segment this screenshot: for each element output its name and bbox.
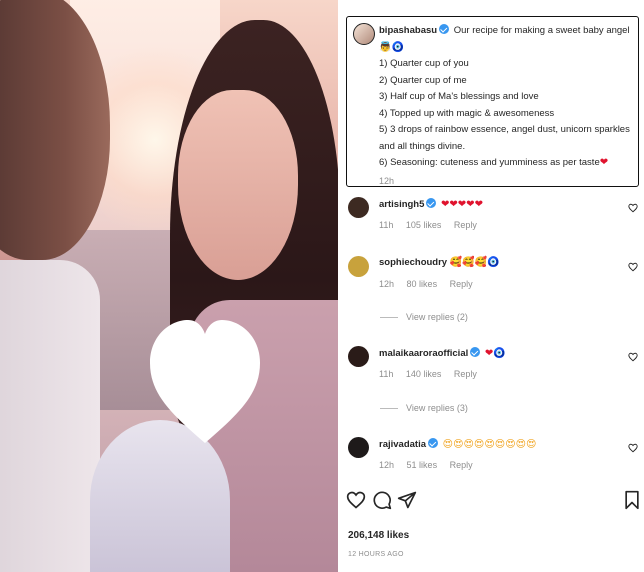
comment-item: sophiechoudry 🥰🥰🥰🧿 12h 80 likes Reply — [346, 256, 642, 296]
commenter-avatar[interactable] — [348, 256, 369, 277]
view-replies-button[interactable]: View replies (2) — [380, 312, 468, 322]
reply-button[interactable]: Reply — [454, 220, 477, 230]
comment-likes[interactable]: 80 likes — [407, 279, 438, 289]
verified-badge-icon — [428, 438, 438, 448]
nazar-emoji: 🧿 — [391, 41, 404, 53]
comment-time: 12h — [379, 460, 395, 470]
caption-line-1: 1) Quarter cup of you — [379, 58, 469, 69]
heart-icon[interactable] — [628, 262, 638, 272]
reply-button[interactable]: Reply — [450, 279, 473, 289]
caption-line-6: 6) Seasoning: cuteness and yumminess as … — [379, 157, 600, 168]
white-heart-sticker — [150, 320, 260, 443]
post-action-bar — [346, 490, 642, 514]
reply-button[interactable]: Reply — [454, 369, 477, 379]
commenter-avatar[interactable] — [348, 197, 369, 218]
commenter-username[interactable]: malaikaaroraofficial — [379, 348, 468, 359]
heart-icon[interactable] — [628, 203, 638, 213]
comment-time: 12h — [379, 279, 395, 289]
commenter-avatar[interactable] — [348, 346, 369, 367]
verified-badge-icon — [470, 347, 481, 357]
caption-line-4: 4) Topped up with magic & awesomeness — [379, 107, 555, 119]
man-shirt — [0, 260, 100, 572]
commenter-username[interactable]: sophiechoudry — [379, 257, 447, 268]
bookmark-icon[interactable] — [622, 490, 642, 510]
commenter-username[interactable]: rajivadatia — [379, 439, 426, 450]
heart-icon[interactable] — [628, 352, 638, 362]
comment-text: ❤🧿 — [484, 348, 506, 359]
post-timestamp: 12 HOURS AGO — [348, 551, 404, 558]
commenter-avatar[interactable] — [348, 437, 369, 458]
heart-icon[interactable] — [346, 490, 366, 510]
comment-time: 11h — [379, 369, 394, 379]
commenter-username[interactable]: artisingh5 — [379, 199, 424, 210]
caption-line-0: Our recipe for making a sweet baby angel — [453, 25, 630, 36]
caption-time: 12h — [379, 175, 395, 186]
comment-item: artisingh5 ❤❤❤❤❤ 11h 105 likes Reply — [346, 197, 642, 237]
comment-likes[interactable]: 51 likes — [407, 460, 438, 470]
poster-username[interactable]: bipashabasu — [379, 25, 437, 36]
caption-line-3: 3) Half cup of Ma's blessings and love — [379, 91, 539, 102]
caption-line-5: 5) 3 drops of rainbow essence, angel dus… — [379, 124, 630, 152]
comment-item: malaikaaroraofficial ❤🧿 11h 140 likes Re… — [346, 346, 642, 386]
heart-icon[interactable] — [628, 443, 638, 453]
poster-avatar[interactable] — [353, 23, 375, 45]
post-caption: bipashabasu Our recipe for making a swee… — [346, 16, 639, 187]
post-photo[interactable] — [0, 0, 338, 572]
reply-button[interactable]: Reply — [450, 460, 473, 470]
comment-text: 😍😍😍😍😍😍😍😍😍 — [442, 439, 537, 450]
angel-emoji: 👼 — [379, 41, 392, 53]
comment-text: ❤❤❤❤❤ — [441, 199, 483, 210]
verified-badge-icon — [426, 198, 437, 208]
heart-emoji: ❤ — [599, 157, 609, 168]
view-replies-button[interactable]: View replies (3) — [380, 403, 468, 413]
comment-time: 11h — [379, 220, 394, 230]
like-count[interactable]: 206,148 likes — [348, 530, 409, 541]
comment-icon[interactable] — [372, 490, 392, 510]
comment-text: 🥰🥰🥰🧿 — [449, 257, 500, 268]
caption-line-2: 2) Quarter cup of me — [379, 74, 467, 86]
comment-item: rajivadatia 😍😍😍😍😍😍😍😍😍 12h 51 likes Reply — [346, 437, 642, 477]
woman-face — [178, 90, 298, 280]
comment-likes[interactable]: 140 likes — [406, 369, 442, 379]
verified-badge-icon — [439, 24, 450, 34]
comment-likes[interactable]: 105 likes — [406, 220, 442, 230]
share-icon[interactable] — [397, 490, 417, 510]
